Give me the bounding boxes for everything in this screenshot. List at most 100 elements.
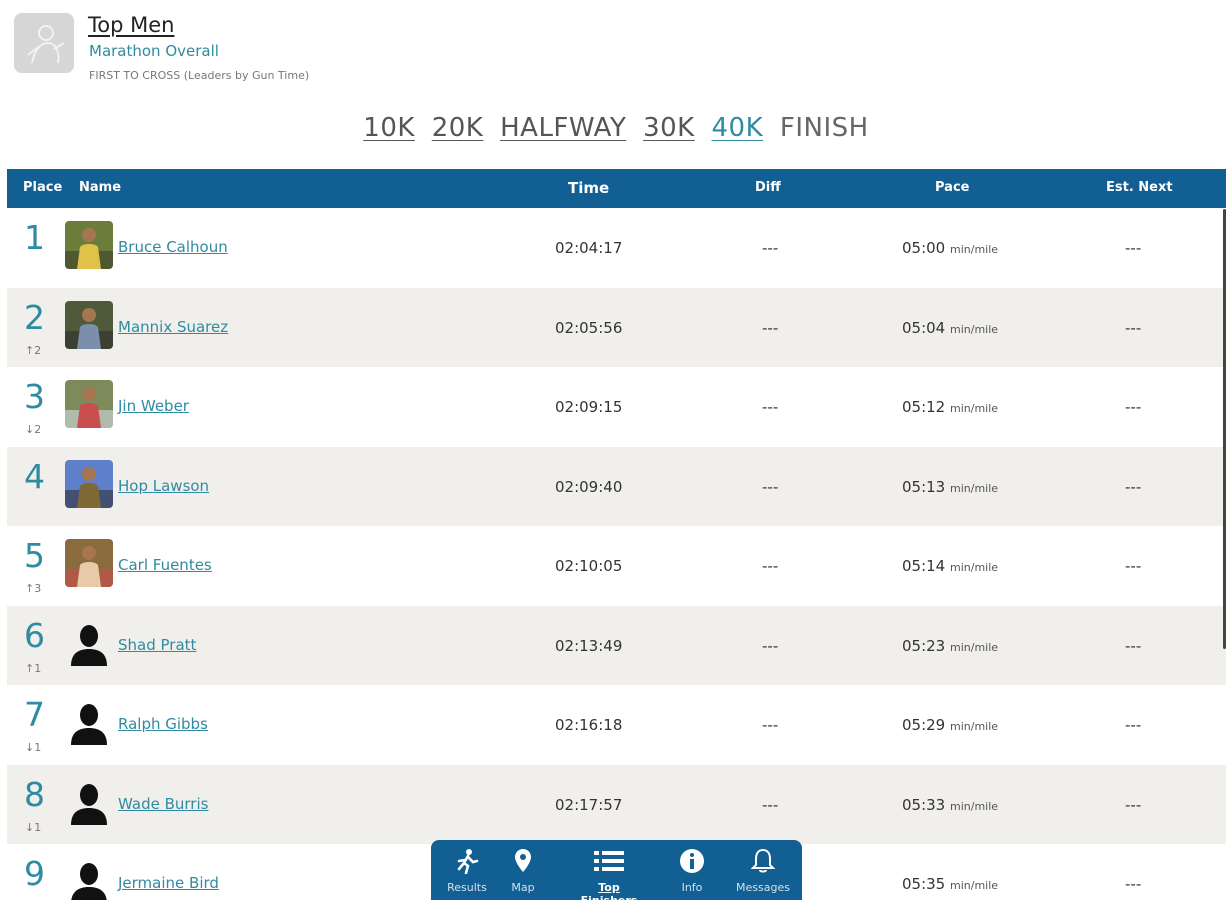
col-header-pace: Pace: [935, 180, 970, 195]
runner-name-link[interactable]: Ralph Gibbs: [118, 715, 208, 733]
avatar-placeholder[interactable]: [65, 619, 113, 667]
time-cell: 02:04:17: [555, 239, 623, 257]
diff-cell: ---: [762, 398, 779, 416]
runner-photo-image: [65, 380, 113, 428]
runner-photo-image: [65, 300, 113, 349]
split-tab-20k[interactable]: 20K: [432, 113, 484, 143]
nav-top-finishers[interactable]: Top Finishers: [570, 840, 648, 907]
table-row[interactable]: 6 ↑1 Shad Pratt 02:13:49 --- 05:23 min/m…: [7, 605, 1226, 685]
table-row[interactable]: 2 ↑2 Mannix Suarez 02:05:56 --- 05:04 mi…: [7, 287, 1226, 367]
pace-value: 05:04: [902, 318, 946, 337]
table-row[interactable]: 4 Hop Lawson 02:09:40 --- 05:13 min/mile…: [7, 446, 1226, 526]
pace-value: 05:35: [902, 875, 946, 893]
nav-messages-label: Messages: [736, 881, 790, 894]
position-change: ↑3: [25, 582, 41, 595]
position-change-value: 1: [34, 820, 42, 834]
arrow-up-icon: ↑: [25, 343, 35, 357]
table-row[interactable]: 5 ↑3 Carl Fuentes 02:10:05 --- 05:14 min…: [7, 526, 1226, 606]
pace-cell: 05:23 min/mile: [902, 637, 998, 655]
table-row[interactable]: 8 ↓1 Wade Burris 02:17:57 --- 05:33 min/…: [7, 764, 1226, 844]
pace-unit: min/mile: [950, 879, 999, 892]
position-change: ↓1: [25, 741, 41, 754]
map-pin-icon: [515, 849, 531, 872]
runner-photo-image: [65, 221, 113, 269]
place-number: 4: [24, 456, 45, 496]
pace-cell: 05:33 min/mile: [902, 796, 998, 814]
time-cell: 02:09:15: [555, 398, 623, 416]
place-number: 9: [24, 854, 45, 893]
runner-photo[interactable]: [65, 459, 113, 508]
est-next-cell: ---: [1125, 239, 1142, 257]
diff-cell: ---: [762, 557, 779, 575]
list-icon: [594, 851, 624, 871]
est-next-cell: ---: [1125, 477, 1142, 496]
runner-photo-image: [65, 539, 113, 587]
table-row[interactable]: 3 ↓2 Jin Weber 02:09:15 --- 05:12 min/mi…: [7, 367, 1226, 447]
nav-top-finishers-label: Top Finishers: [580, 881, 638, 907]
info-icon: [680, 849, 704, 873]
pace-value: 05:14: [902, 557, 946, 575]
runner-name-link[interactable]: Shad Pratt: [118, 636, 196, 654]
runner-photo[interactable]: [65, 539, 113, 587]
bottom-nav: Results Map Top Finishers Info Messages: [431, 840, 802, 907]
position-change: ↑1: [25, 662, 41, 675]
nav-map[interactable]: Map: [487, 840, 559, 900]
table-header: Place Name Time Diff Pace Est. Next: [7, 169, 1226, 208]
col-header-diff: Diff: [755, 180, 781, 195]
nav-info[interactable]: Info: [656, 840, 728, 900]
split-tab-10k[interactable]: 10K: [363, 113, 415, 143]
person-silhouette-icon: [71, 624, 107, 666]
arrow-up-icon: ↑: [25, 582, 35, 595]
diff-cell: ---: [762, 477, 779, 496]
table-row[interactable]: 1 Bruce Calhoun 02:04:17 --- 05:00 min/m…: [7, 208, 1226, 288]
split-tab-finish[interactable]: FINISH: [780, 113, 869, 143]
runner-silhouette-icon: [14, 13, 74, 73]
runner-photo[interactable]: [65, 221, 113, 269]
pace-value: 05:33: [902, 795, 946, 814]
person-silhouette-icon: [71, 704, 107, 745]
runner-icon: [457, 849, 479, 874]
runner-photo[interactable]: [65, 380, 113, 428]
avatar-placeholder[interactable]: [65, 778, 113, 826]
place-number: 1: [24, 218, 45, 257]
person-silhouette-icon: [71, 863, 107, 900]
place-number: 3: [24, 377, 45, 416]
avatar-placeholder[interactable]: [65, 698, 113, 746]
person-silhouette-icon: [71, 783, 107, 825]
pace-value: 05:29: [902, 716, 946, 734]
pace-cell: 05:14 min/mile: [902, 557, 998, 575]
pace-cell: 05:12 min/mile: [902, 398, 998, 416]
position-change: ↑2: [25, 344, 41, 357]
split-tab-30k[interactable]: 30K: [643, 113, 695, 143]
place-number: 8: [24, 774, 45, 814]
pace-value: 05:12: [902, 398, 946, 416]
avatar-placeholder[interactable]: [65, 857, 113, 900]
results-table[interactable]: Place Name Time Diff Pace Est. Next 1 Br…: [7, 169, 1226, 900]
place-number: 2: [24, 297, 45, 337]
bell-icon: [750, 848, 776, 873]
nav-messages[interactable]: Messages: [727, 840, 799, 900]
runner-name-link[interactable]: Carl Fuentes: [118, 556, 212, 574]
runner-photo[interactable]: [65, 300, 113, 349]
runner-name-link[interactable]: Mannix Suarez: [118, 318, 228, 336]
runner-name-link[interactable]: Wade Burris: [118, 795, 208, 813]
diff-cell: ---: [762, 716, 779, 734]
pace-unit: min/mile: [950, 402, 999, 415]
position-change: ↓2: [25, 423, 41, 436]
diff-cell: ---: [762, 239, 779, 257]
pace-cell: 05:29 min/mile: [902, 716, 998, 734]
runner-name-link[interactable]: Jin Weber: [118, 397, 189, 415]
split-tabs: 10K 20K HALFWAY 30K 40K FINISH: [0, 113, 1232, 143]
runner-name-link[interactable]: Jermaine Bird: [118, 874, 219, 892]
runner-name-link[interactable]: Hop Lawson: [118, 477, 209, 495]
split-tab-halfway[interactable]: HALFWAY: [500, 113, 626, 143]
position-change-value: 2: [34, 343, 42, 357]
table-row[interactable]: 7 ↓1 Ralph Gibbs 02:16:18 --- 05:29 min/…: [7, 685, 1226, 765]
runner-name-link[interactable]: Bruce Calhoun: [118, 238, 228, 256]
est-next-cell: ---: [1125, 875, 1142, 893]
col-header-place: Place: [23, 180, 63, 195]
nav-info-label: Info: [681, 881, 703, 894]
scrollbar[interactable]: [1223, 209, 1226, 649]
split-tab-40k[interactable]: 40K: [712, 113, 764, 143]
place-number: 7: [24, 695, 45, 734]
